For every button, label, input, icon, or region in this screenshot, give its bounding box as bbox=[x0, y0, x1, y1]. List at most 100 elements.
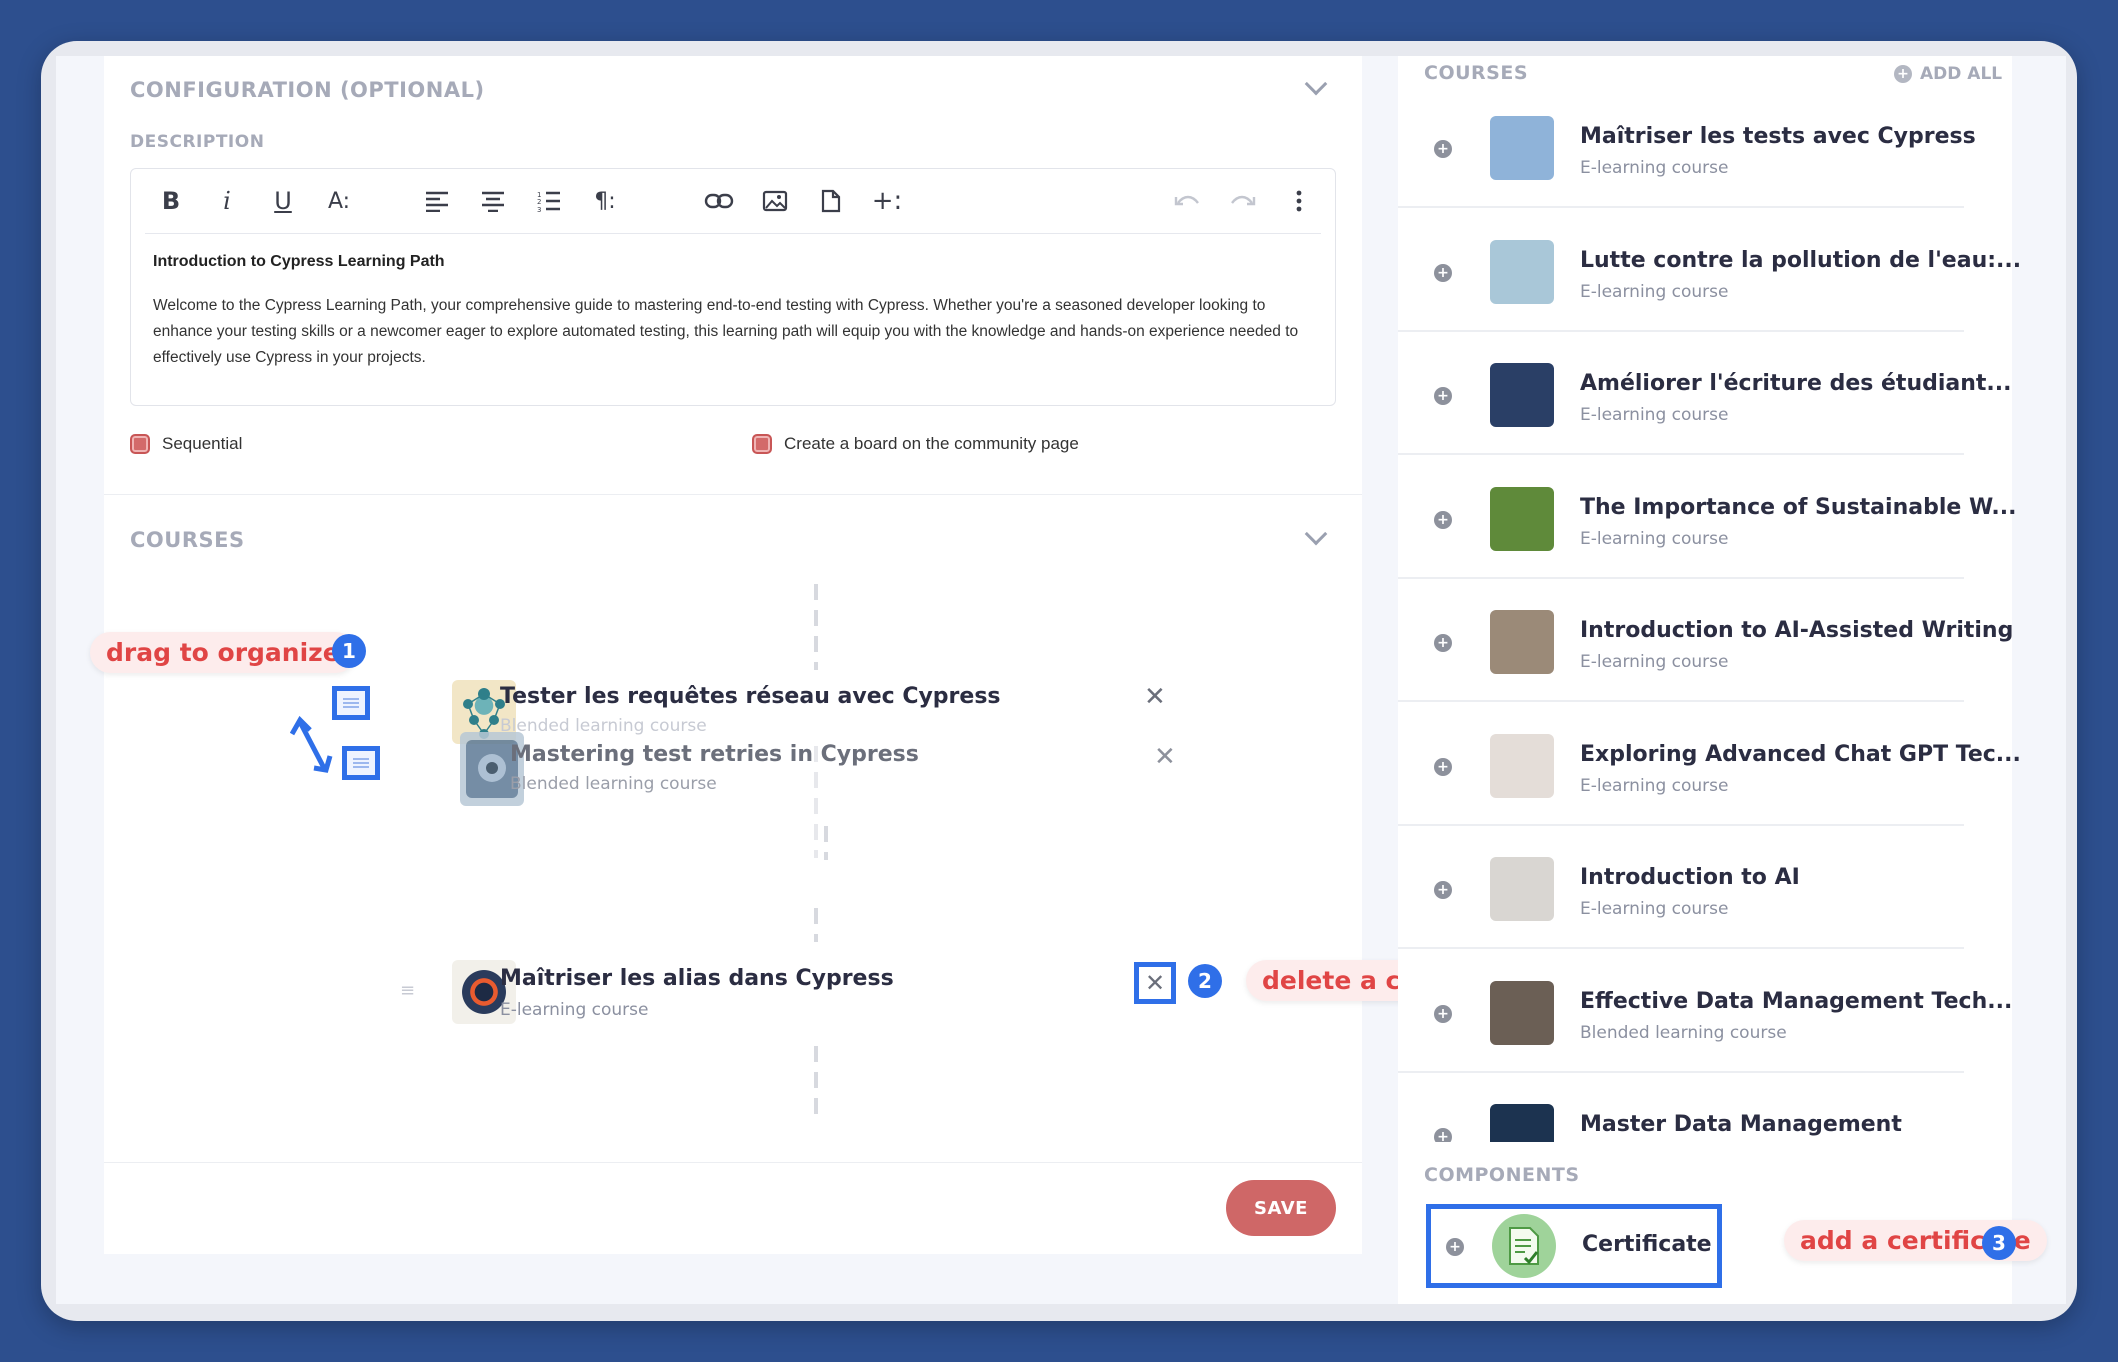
badge-1: 1 bbox=[332, 634, 366, 668]
drag-handle-icon[interactable]: ≡ bbox=[400, 980, 415, 1001]
sequential-label: Sequential bbox=[162, 434, 243, 453]
align-center-icon[interactable] bbox=[475, 183, 511, 219]
library-course-title: Améliorer l'écriture des étudiant... bbox=[1580, 371, 2012, 396]
plus-circle-icon[interactable]: + bbox=[1434, 634, 1452, 652]
chevron-down-icon[interactable] bbox=[1304, 72, 1328, 96]
library-course-title: Introduction to AI bbox=[1580, 865, 1800, 890]
library-course-subtitle: E-learning course bbox=[1580, 528, 1729, 549]
library-courses-title: COURSES bbox=[1424, 62, 1529, 84]
course-thumbnail bbox=[1490, 116, 1554, 180]
more-icon[interactable] bbox=[1281, 183, 1317, 219]
course-thumbnail bbox=[1490, 239, 1554, 304]
app-screen: CONFIGURATION (OPTIONAL) DESCRIPTION B i… bbox=[56, 56, 2066, 1304]
board-label: Create a board on the community page bbox=[784, 434, 1079, 453]
rich-text-editor[interactable]: B i U A: 123 ¶: +: Introduction to Cypre… bbox=[130, 168, 1336, 406]
course-thumbnail bbox=[1490, 610, 1554, 674]
file-icon[interactable] bbox=[813, 183, 849, 219]
image-icon[interactable] bbox=[757, 183, 793, 219]
library-course-subtitle: Blended learning course bbox=[1580, 1022, 1787, 1043]
redo-icon[interactable] bbox=[1225, 183, 1261, 219]
courses-section-title[interactable]: COURSES bbox=[130, 528, 245, 552]
remove-course-icon[interactable]: ✕ bbox=[1145, 969, 1165, 997]
library-course-item[interactable]: + Effective Data Management Tech... Blende… bbox=[1398, 949, 2012, 1073]
section-divider bbox=[104, 494, 1362, 495]
drag-handle-highlight[interactable] bbox=[342, 746, 380, 780]
course-title: Tester les requêtes réseau avec Cypress bbox=[500, 684, 1001, 709]
editor-body[interactable]: Welcome to the Cypress Learning Path, yo… bbox=[153, 293, 1313, 371]
certificate-icon bbox=[1492, 1214, 1556, 1278]
library-course-title: Introduction to AI-Assisted Writing bbox=[1580, 618, 2014, 643]
description-label: DESCRIPTION bbox=[130, 132, 265, 152]
library-course-subtitle: E-learning course bbox=[1580, 158, 1729, 178]
course-thumbnail bbox=[1490, 733, 1554, 798]
library-course-item[interactable]: + Introduction to AI-Assisted Writing E-le… bbox=[1398, 578, 2013, 702]
library-course-item[interactable]: + Améliorer l'écriture des étudiant... E-l… bbox=[1398, 331, 2012, 455]
course-thumbnail bbox=[1490, 486, 1554, 551]
library-course-title: The Importance of Sustainable W... bbox=[1580, 494, 2017, 520]
library-course-subtitle: E-learning course bbox=[1580, 775, 1729, 796]
drag-callout: drag to organize bbox=[90, 632, 356, 673]
underline-icon[interactable]: U bbox=[265, 183, 301, 219]
timeline-connector bbox=[814, 908, 818, 942]
undo-icon[interactable] bbox=[1169, 183, 1205, 219]
library-course-item[interactable]: + Master Data Management bbox=[1398, 1072, 1988, 1142]
insert-icon[interactable]: +: bbox=[869, 183, 905, 219]
italic-icon[interactable]: i bbox=[209, 183, 245, 219]
svg-text:3: 3 bbox=[537, 206, 541, 212]
board-checkbox[interactable] bbox=[752, 434, 772, 454]
add-all-button[interactable]: + ADD ALL bbox=[1894, 64, 2002, 84]
library-course-item[interactable]: + Maîtriser les tests avec Cypress E-learn… bbox=[1398, 84, 1988, 208]
library-course-title: Exploring Advanced Chat GPT Tec... bbox=[1580, 741, 2021, 767]
library-course-item[interactable]: + Introduction to AI E-learning course bbox=[1398, 825, 1988, 949]
sequential-checkbox[interactable] bbox=[130, 434, 150, 454]
plus-circle-icon[interactable]: + bbox=[1434, 263, 1452, 282]
components-title: COMPONENTS bbox=[1424, 1164, 1580, 1186]
footer-divider bbox=[104, 1162, 1362, 1163]
course-thumbnail bbox=[1490, 857, 1554, 921]
plus-circle-icon[interactable]: + bbox=[1434, 510, 1452, 529]
save-button[interactable]: SAVE bbox=[1226, 1180, 1336, 1236]
library-course-title: Maîtriser les tests avec Cypress bbox=[1580, 124, 1976, 149]
link-icon[interactable] bbox=[701, 183, 737, 219]
editor-toolbar: B i U A: 123 ¶: +: bbox=[131, 169, 1335, 233]
plus-circle-icon[interactable]: + bbox=[1434, 140, 1452, 158]
timeline-connector bbox=[824, 826, 828, 860]
library-course-item[interactable]: + The Importance of Sustainable W... E-lea… bbox=[1398, 455, 2017, 579]
bold-icon[interactable]: B bbox=[153, 183, 189, 219]
plus-circle-icon[interactable]: + bbox=[1434, 387, 1452, 405]
ordered-list-icon[interactable]: 123 bbox=[531, 183, 567, 219]
font-size-icon[interactable]: A: bbox=[321, 183, 357, 219]
course-title: Maîtriser les alias dans Cypress bbox=[500, 966, 894, 991]
paragraph-icon[interactable]: ¶: bbox=[587, 183, 623, 219]
library-course-subtitle: E-learning course bbox=[1580, 281, 1729, 302]
delete-highlight[interactable]: ✕ bbox=[1134, 962, 1176, 1004]
timeline-connector bbox=[814, 1046, 818, 1122]
remove-course-icon[interactable]: ✕ bbox=[1154, 742, 1176, 772]
course-thumbnail bbox=[1490, 363, 1554, 427]
align-left-icon[interactable] bbox=[419, 183, 455, 219]
editor-heading[interactable]: Introduction to Cypress Learning Path bbox=[153, 253, 445, 271]
library-course-title: Lutte contre la pollution de l'eau:... bbox=[1580, 247, 2022, 273]
swap-arrows-icon bbox=[290, 716, 333, 773]
course-thumbnail bbox=[1490, 980, 1554, 1045]
course-subtitle: E-learning course bbox=[500, 1000, 649, 1020]
remove-course-icon[interactable]: ✕ bbox=[1144, 682, 1166, 712]
dragged-course-subtitle: Blended learning course bbox=[510, 774, 717, 794]
plus-circle-icon[interactable]: + bbox=[1434, 881, 1452, 899]
course-thumbnail bbox=[1490, 1104, 1554, 1142]
plus-circle-icon[interactable]: + bbox=[1434, 757, 1452, 776]
plus-circle-icon[interactable]: + bbox=[1434, 1128, 1452, 1142]
config-section-title[interactable]: CONFIGURATION (OPTIONAL) bbox=[130, 78, 485, 102]
chevron-down-icon[interactable] bbox=[1304, 522, 1328, 546]
library-course-item[interactable]: + Lutte contre la pollution de l'eau:... E… bbox=[1398, 208, 2021, 332]
plus-circle-icon[interactable]: + bbox=[1446, 1238, 1464, 1256]
badge-2: 2 bbox=[1188, 964, 1222, 998]
library-course-subtitle: E-learning course bbox=[1580, 405, 1729, 425]
drag-handle-highlight[interactable] bbox=[332, 686, 370, 720]
plus-circle-icon[interactable]: + bbox=[1434, 1004, 1452, 1023]
library-course-item[interactable]: + Exploring Advanced Chat GPT Tec... E-lea… bbox=[1398, 702, 2021, 826]
dragged-course-title: Mastering test retries in Cypress bbox=[510, 742, 919, 767]
course-subtitle: Blended learning course bbox=[500, 716, 707, 736]
certificate-label: Certificate bbox=[1582, 1232, 1712, 1257]
svg-text:2: 2 bbox=[537, 198, 541, 206]
